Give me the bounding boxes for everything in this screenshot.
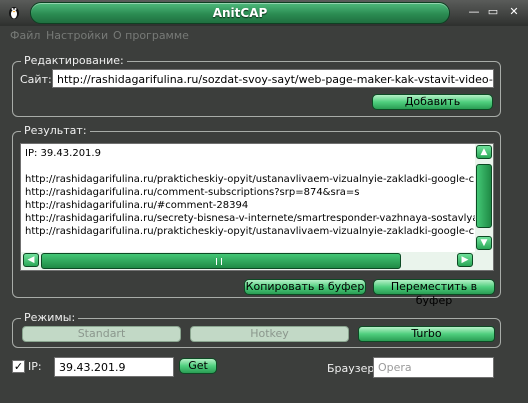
- copy-to-clipboard-button[interactable]: Копировать в буфер: [244, 279, 366, 295]
- result-line: http://rashidagarifulina.ru/#comment-283…: [25, 200, 249, 211]
- editing-group-label: Редактирование:: [21, 54, 127, 67]
- mode-hotkey-button[interactable]: Hotkey: [190, 326, 349, 342]
- scroll-left-icon[interactable]: ◀: [23, 253, 39, 267]
- anitcap-window: AnitCAP — ▭ ✕ Файл Настройки О программе…: [0, 0, 528, 403]
- move-to-clipboard-button[interactable]: Переместить в буфер: [373, 279, 495, 307]
- browser-input[interactable]: Opera: [373, 357, 494, 378]
- menu-item-settings[interactable]: Настройки: [46, 29, 108, 42]
- menu-item-file[interactable]: Файл: [10, 29, 40, 42]
- penguin-app-icon: [9, 7, 19, 19]
- vertical-scrollbar[interactable]: ▲ ▼: [475, 144, 493, 252]
- result-line: IP: 39.43.201.9: [25, 148, 101, 159]
- menu-item-about[interactable]: О программе: [113, 29, 189, 42]
- title-bar[interactable]: AnitCAP — ▭ ✕: [0, 0, 528, 26]
- result-line: http://rashidagarifulina.ru/comment-subs…: [25, 187, 360, 198]
- close-icon[interactable]: ✕: [506, 5, 522, 19]
- ip-label: IP:: [28, 360, 42, 373]
- title-pill: AnitCAP: [30, 2, 450, 24]
- ip-checkbox[interactable]: ✓: [12, 360, 25, 373]
- scroll-up-icon[interactable]: ▲: [476, 145, 492, 159]
- site-label: Сайт:: [20, 73, 52, 86]
- get-button[interactable]: Get: [179, 358, 217, 374]
- site-input[interactable]: http://rashidagarifulina.ru/sozdat-svoy-…: [52, 69, 494, 88]
- window-title: AnitCAP: [212, 6, 268, 20]
- result-line: http://rashidagarifulina.ru/prakticheski…: [25, 226, 494, 237]
- ip-input[interactable]: 39.43.201.9: [54, 357, 174, 377]
- result-textarea[interactable]: IP: 39.43.201.9 http://rashidagarifulina…: [20, 143, 494, 271]
- modes-group-label: Режимы:: [21, 311, 79, 324]
- add-button[interactable]: Добавить: [372, 94, 493, 110]
- vertical-scroll-thumb[interactable]: [476, 164, 492, 228]
- grip-icon: [216, 258, 222, 265]
- scroll-down-icon[interactable]: ▼: [476, 236, 492, 250]
- mode-standart-button[interactable]: Standart: [22, 326, 181, 342]
- scroll-right-icon[interactable]: ▶: [457, 253, 473, 267]
- mode-turbo-button[interactable]: Turbo: [358, 326, 495, 342]
- browser-label: Браузер:: [327, 362, 379, 375]
- horizontal-scroll-thumb[interactable]: [41, 253, 401, 269]
- minimize-icon[interactable]: —: [466, 5, 482, 19]
- result-group-label: Результат:: [21, 124, 90, 137]
- result-line: http://rashidagarifulina.ru/secrety-bisn…: [25, 213, 494, 224]
- restore-icon[interactable]: ▭: [485, 5, 501, 19]
- horizontal-scrollbar[interactable]: ◀ ▶: [21, 252, 493, 270]
- result-line: http://rashidagarifulina.ru/prakticheski…: [25, 174, 494, 185]
- menu-bar: Файл Настройки О программе: [0, 26, 528, 46]
